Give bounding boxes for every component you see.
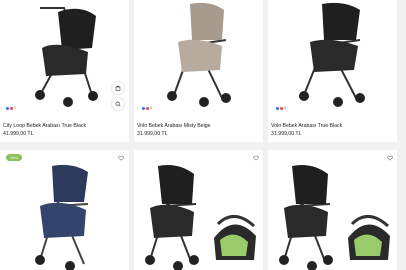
cart-button[interactable]: [112, 82, 124, 94]
product-card[interactable]: [268, 150, 397, 270]
product-image[interactable]: [0, 0, 129, 112]
product-price: 41.999,00 TL: [3, 131, 34, 137]
product-card[interactable]: 4 Volo Bebek Arabası True Black 31.999,0…: [268, 0, 397, 142]
product-image[interactable]: [268, 0, 397, 112]
product-title[interactable]: City Loop Bebek Arabası True Black: [3, 123, 86, 129]
product-price: 31.999,00 TL: [137, 131, 168, 137]
color-swatches: 1: [6, 106, 16, 110]
color-swatches: 4: [142, 106, 152, 110]
product-image[interactable]: [0, 160, 129, 270]
product-card[interactable]: [134, 150, 263, 270]
quick-view-button[interactable]: [112, 98, 124, 110]
color-count: 1: [14, 106, 16, 110]
product-grid: 1 City Loop Bebek Arabası True Black 41.…: [0, 0, 406, 270]
product-price: 31.999,00 TL: [271, 131, 302, 137]
color-count: 4: [284, 106, 286, 110]
color-count: 4: [150, 106, 152, 110]
color-swatches: 4: [276, 106, 286, 110]
product-image[interactable]: [268, 160, 397, 270]
search-icon: [115, 101, 121, 107]
product-title[interactable]: Volo Bebek Arabası True Black: [271, 123, 342, 129]
product-image[interactable]: [134, 0, 263, 112]
bag-icon: [115, 85, 121, 91]
product-card[interactable]: 4 Volo Bebek Arabası Misty Beige 31.999,…: [134, 0, 263, 142]
product-card[interactable]: Yeni: [0, 150, 129, 270]
product-title[interactable]: Volo Bebek Arabası Misty Beige: [137, 123, 211, 129]
product-image[interactable]: [134, 160, 263, 270]
product-card[interactable]: 1 City Loop Bebek Arabası True Black 41.…: [0, 0, 129, 142]
